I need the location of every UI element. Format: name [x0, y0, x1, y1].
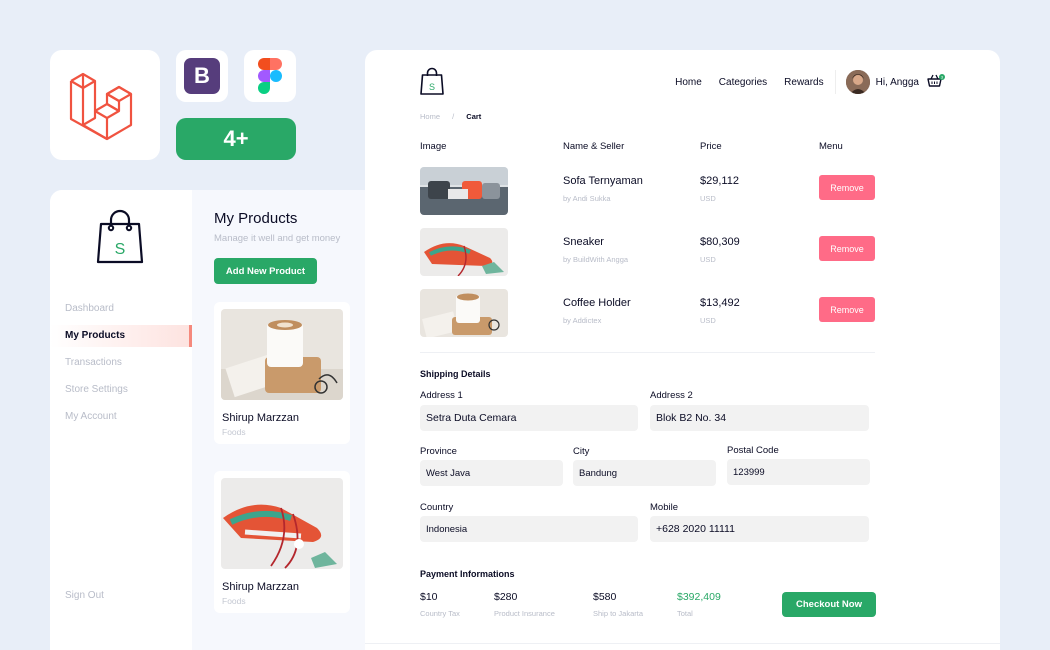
- item-name: Coffee Holder: [563, 297, 631, 309]
- sidebar-item-my-products[interactable]: My Products: [50, 325, 192, 347]
- nav-categories[interactable]: Categories: [719, 77, 767, 88]
- total-value: $392,409: [677, 591, 721, 603]
- shopping-bag-icon: S: [96, 209, 144, 264]
- checkout-button[interactable]: Checkout Now: [782, 592, 876, 617]
- item-price: $80,309: [700, 236, 740, 248]
- bottom-divider: [365, 643, 1000, 644]
- country-label: Country: [420, 502, 454, 513]
- column-header-price: Price: [700, 141, 722, 152]
- shipping-details-title: Shipping Details: [420, 369, 491, 379]
- shipping-cost-label: Ship to Jakarta: [593, 609, 644, 618]
- product-name: Shirup Marzzan: [222, 581, 300, 593]
- insurance-value: $280: [494, 591, 518, 603]
- add-new-product-button[interactable]: Add New Product: [214, 258, 317, 284]
- laravel-badge: [50, 50, 160, 160]
- column-header-image: Image: [420, 141, 447, 152]
- address1-label: Address 1: [420, 390, 463, 401]
- province-field[interactable]: West Java: [420, 460, 563, 486]
- item-image-sofa: [420, 167, 508, 215]
- top-navigation: Home Categories Rewards Hi, Angga 3: [658, 69, 945, 95]
- page-subtitle: Manage it well and get money: [214, 233, 341, 244]
- item-currency: USD: [700, 255, 716, 264]
- remove-button[interactable]: Remove: [819, 236, 875, 261]
- address2-label: Address 2: [650, 390, 693, 401]
- mobile-field[interactable]: +628 2020 11111: [650, 516, 869, 542]
- mobile-label: Mobile: [650, 502, 678, 513]
- item-price: $13,492: [700, 297, 740, 309]
- dashboard-panel: S Dashboard My Products Transactions Sto…: [50, 190, 365, 650]
- sidebar-item-dashboard[interactable]: Dashboard: [50, 298, 192, 320]
- item-currency: USD: [700, 316, 716, 325]
- city-field[interactable]: Bandung: [573, 460, 716, 486]
- cart-panel: S Home Categories Rewards Hi, Angga 3 Ho…: [365, 50, 1000, 650]
- item-seller: by Addictex: [563, 316, 602, 325]
- table-row: Sneaker by BuildWith Angga $80,309 USD R…: [420, 228, 875, 276]
- bootstrap-badge: B: [176, 50, 228, 102]
- product-category: Foods: [222, 596, 246, 606]
- nav-home[interactable]: Home: [675, 77, 702, 88]
- country-field[interactable]: Indonesia: [420, 516, 638, 542]
- country-tax-label: Country Tax: [420, 609, 460, 618]
- sidebar-nav: Dashboard My Products Transactions Store…: [50, 298, 192, 433]
- product-card[interactable]: Shirup Marzzan Foods: [214, 302, 350, 444]
- address2-field[interactable]: Blok B2 No. 34: [650, 405, 869, 431]
- user-greeting[interactable]: Hi, Angga: [876, 77, 919, 88]
- item-name: Sofa Ternyaman: [563, 175, 643, 187]
- product-name: Shirup Marzzan: [222, 412, 300, 424]
- postal-code-field[interactable]: 123999: [727, 459, 870, 485]
- figma-logo: [258, 58, 282, 94]
- table-row: Coffee Holder by Addictex $13,492 USD Re…: [420, 289, 875, 337]
- sign-out-link[interactable]: Sign Out: [65, 590, 104, 601]
- page-title: My Products: [214, 210, 298, 227]
- postal-code-label: Postal Code: [727, 445, 779, 456]
- column-header-name: Name & Seller: [563, 141, 625, 152]
- figma-badge: [244, 50, 296, 102]
- nav-divider: [834, 70, 836, 94]
- remove-button[interactable]: Remove: [819, 175, 875, 200]
- product-image-sneaker: [221, 478, 343, 569]
- item-name: Sneaker: [563, 236, 604, 248]
- dashboard-header: My Products Manage it well and get money: [214, 210, 340, 244]
- column-header-menu: Menu: [819, 141, 843, 152]
- basket-icon[interactable]: 3: [927, 73, 945, 91]
- item-image-sneaker: [420, 228, 508, 276]
- shopping-bag-icon[interactable]: S: [420, 67, 444, 96]
- breadcrumb-home[interactable]: Home: [420, 112, 440, 121]
- product-card[interactable]: Shirup Marzzan Foods: [214, 471, 350, 613]
- breadcrumb-separator: /: [452, 112, 455, 121]
- svg-text:S: S: [115, 241, 126, 258]
- bootstrap-logo: B: [184, 58, 220, 94]
- breadcrumb-current: Cart: [466, 112, 482, 121]
- payment-informations-title: Payment Informations: [420, 569, 515, 579]
- divider: [420, 352, 875, 353]
- more-tech-badge: 4+: [176, 118, 296, 160]
- svg-text:S: S: [429, 82, 435, 92]
- dashboard-sidebar: S Dashboard My Products Transactions Sto…: [50, 190, 192, 650]
- product-category: Foods: [222, 427, 246, 437]
- country-tax-value: $10: [420, 591, 438, 603]
- breadcrumb: Home / Cart: [420, 112, 481, 121]
- city-label: City: [573, 446, 590, 457]
- sidebar-item-transactions[interactable]: Transactions: [50, 352, 192, 374]
- avatar[interactable]: [845, 70, 870, 94]
- table-row: Sofa Ternyaman by Andi Sukka $29,112 USD…: [420, 167, 875, 215]
- sidebar-item-store-settings[interactable]: Store Settings: [50, 379, 192, 401]
- remove-button[interactable]: Remove: [819, 297, 875, 322]
- item-price: $29,112: [700, 175, 739, 187]
- laravel-logo: [69, 72, 133, 141]
- total-label: Total: [677, 609, 693, 618]
- sidebar-item-my-account[interactable]: My Account: [50, 406, 192, 428]
- item-image-coffee: [420, 289, 508, 337]
- address1-field[interactable]: Setra Duta Cemara: [420, 405, 638, 431]
- product-image-coffee: [221, 309, 343, 400]
- item-seller: by BuildWith Angga: [563, 255, 629, 264]
- province-label: Province: [420, 446, 457, 457]
- nav-rewards[interactable]: Rewards: [784, 77, 823, 88]
- insurance-label: Product Insurance: [494, 609, 555, 618]
- item-seller: by Andi Sukka: [563, 194, 611, 203]
- item-currency: USD: [700, 194, 716, 203]
- shipping-cost-value: $580: [593, 591, 617, 603]
